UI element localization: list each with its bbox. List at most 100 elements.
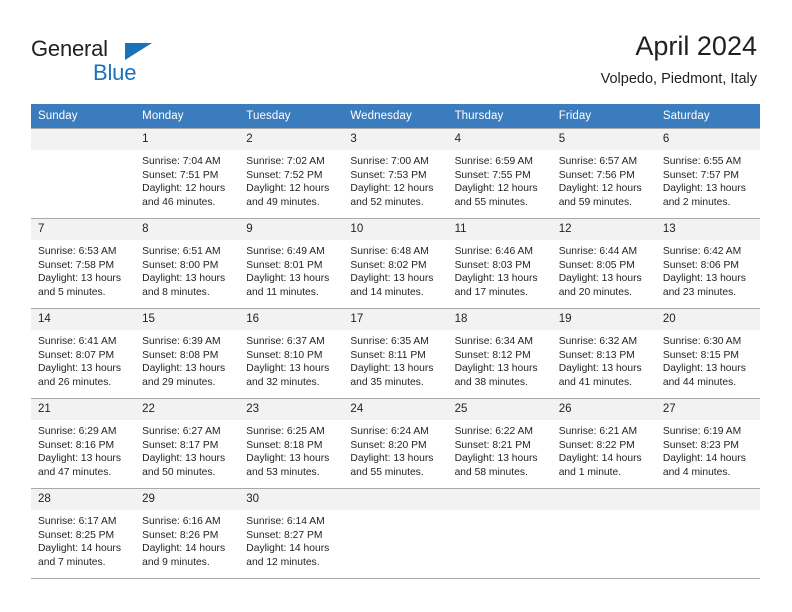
day-details: Sunrise: 7:04 AM Sunset: 7:51 PM Daylight:… [135, 150, 239, 210]
day-details: Sunrise: 6:55 AM Sunset: 7:57 PM Daylight:… [656, 150, 760, 210]
calendar-day-cell[interactable]: 17 Sunrise: 6:35 AM Sunset: 8:11 PM Dayligh… [343, 308, 448, 399]
daylight-text-line2: and 55 minutes. [350, 467, 424, 479]
calendar-day-cell[interactable]: 4 Sunrise: 6:59 AM Sunset: 7:55 PM Daylight… [447, 128, 552, 219]
sunrise-text: Sunrise: 6:57 AM [558, 156, 638, 167]
calendar-day-cell[interactable]: 25 Sunrise: 6:22 AM Sunset: 8:21 PM Dayligh… [447, 398, 552, 489]
sunset-text: Sunset: 8:27 PM [246, 529, 323, 541]
day-number: 20 [655, 309, 760, 330]
daylight-text-line1: Daylight: 14 hours [558, 453, 642, 465]
daylight-text-line2: and 12 minutes. [246, 557, 320, 569]
calendar-page: General Blue April 2024 Volpedo, Piedmon… [0, 0, 792, 612]
sunset-text: Sunset: 8:18 PM [246, 439, 323, 451]
calendar-day-cell[interactable]: 14 Sunrise: 6:41 AM Sunset: 8:07 PM Dayligh… [31, 308, 136, 399]
sunset-text: Sunset: 7:56 PM [558, 169, 635, 181]
calendar-day-cell[interactable]: 22 Sunrise: 6:27 AM Sunset: 8:17 PM Dayligh… [135, 398, 240, 489]
calendar-day-cell[interactable]: 28 Sunrise: 6:17 AM Sunset: 8:25 PM Dayligh… [31, 488, 136, 579]
calendar-day-cell[interactable]: 15 Sunrise: 6:39 AM Sunset: 8:08 PM Dayligh… [135, 308, 240, 399]
day-number: 17 [343, 309, 448, 330]
calendar-day-cell[interactable]: 23 Sunrise: 6:25 AM Sunset: 8:18 PM Dayligh… [239, 398, 344, 489]
calendar-day-cell[interactable]: 13 Sunrise: 6:42 AM Sunset: 8:06 PM Dayligh… [655, 218, 760, 309]
calendar-day-cell[interactable]: 9 Sunrise: 6:49 AM Sunset: 8:01 PM Daylight… [239, 218, 344, 309]
sunrise-text: Sunrise: 6:19 AM [662, 426, 742, 437]
day-number: 5 [551, 129, 656, 150]
daylight-text-line1: Daylight: 12 hours [558, 183, 642, 195]
sunrise-text: Sunrise: 6:22 AM [454, 426, 533, 437]
calendar-week-row: 14 Sunrise: 6:41 AM Sunset: 8:07 PM Dayligh… [31, 308, 760, 399]
day-number: 19 [551, 309, 656, 330]
sunrise-text: Sunrise: 6:59 AM [454, 156, 533, 167]
daylight-text-line1: Daylight: 13 hours [246, 363, 330, 375]
day-details: Sunrise: 6:21 AM Sunset: 8:22 PM Daylight:… [552, 420, 656, 480]
sunset-text: Sunset: 8:15 PM [662, 349, 739, 361]
sunset-text: Sunset: 8:13 PM [558, 349, 635, 361]
daylight-text-line2: and 23 minutes. [662, 287, 737, 299]
sunrise-text: Sunrise: 6:55 AM [662, 156, 742, 167]
calendar-day-cell[interactable]: 12 Sunrise: 6:44 AM Sunset: 8:05 PM Dayligh… [551, 218, 656, 309]
logo-text-general: General [31, 36, 108, 61]
calendar-day-cell[interactable]: 6 Sunrise: 6:55 AM Sunset: 7:57 PM Daylight… [655, 128, 760, 219]
daylight-text-line2: and 5 minutes. [38, 287, 106, 299]
calendar-day-cell[interactable]: 18 Sunrise: 6:34 AM Sunset: 8:12 PM Dayligh… [447, 308, 552, 399]
calendar-day-cell[interactable]: 27 Sunrise: 6:19 AM Sunset: 8:23 PM Dayligh… [655, 398, 760, 489]
calendar-day-cell[interactable]: 3 Sunrise: 7:00 AM Sunset: 7:53 PM Daylight… [343, 128, 448, 219]
calendar-day-cell[interactable]: 7 Sunrise: 6:53 AM Sunset: 7:58 PM Daylight… [31, 218, 136, 309]
day-number: 15 [135, 309, 240, 330]
day-details: Sunrise: 6:35 AM Sunset: 8:11 PM Daylight:… [343, 330, 447, 390]
calendar-day-cell[interactable]: 29 Sunrise: 6:16 AM Sunset: 8:26 PM Dayligh… [135, 488, 240, 579]
day-details: Sunrise: 6:44 AM Sunset: 8:05 PM Daylight:… [552, 240, 656, 300]
day-number: 12 [551, 219, 656, 240]
day-number [551, 489, 656, 510]
generalblue-logo: General Blue [31, 36, 231, 88]
sunrise-text: Sunrise: 6:41 AM [38, 336, 117, 347]
calendar-day-cell-empty [447, 488, 552, 579]
daylight-text-line1: Daylight: 14 hours [38, 543, 121, 555]
calendar-day-cell[interactable]: 16 Sunrise: 6:37 AM Sunset: 8:10 PM Dayligh… [239, 308, 344, 399]
sunset-text: Sunset: 8:08 PM [142, 349, 219, 361]
sunrise-text: Sunrise: 6:44 AM [558, 246, 638, 257]
page-header: General Blue April 2024 Volpedo, Piedmon… [0, 0, 792, 100]
calendar-day-cell[interactable]: 20 Sunrise: 6:30 AM Sunset: 8:15 PM Dayligh… [655, 308, 760, 399]
calendar-day-cell[interactable]: 30 Sunrise: 6:14 AM Sunset: 8:27 PM Dayligh… [239, 488, 344, 579]
calendar-day-cell[interactable]: 5 Sunrise: 6:57 AM Sunset: 7:56 PM Daylight… [551, 128, 656, 219]
weekday-header-friday: Friday [551, 104, 656, 129]
calendar-day-cell[interactable]: 11 Sunrise: 6:46 AM Sunset: 8:03 PM Dayligh… [447, 218, 552, 309]
calendar-day-cell[interactable]: 21 Sunrise: 6:29 AM Sunset: 8:16 PM Dayligh… [31, 398, 136, 489]
daylight-text-line2: and 8 minutes. [142, 287, 210, 299]
daylight-text-line1: Daylight: 13 hours [142, 363, 226, 375]
daylight-text-line2: and 38 minutes. [454, 377, 528, 389]
sunset-text: Sunset: 8:11 PM [350, 349, 426, 361]
calendar-day-cell-empty [551, 488, 656, 579]
day-details: Sunrise: 6:16 AM Sunset: 8:26 PM Daylight:… [135, 510, 239, 570]
day-details: Sunrise: 6:34 AM Sunset: 8:12 PM Daylight:… [448, 330, 552, 390]
daylight-text-line2: and 32 minutes. [246, 377, 320, 389]
daylight-text-line2: and 35 minutes. [350, 377, 424, 389]
day-details: Sunrise: 6:51 AM Sunset: 8:00 PM Daylight:… [135, 240, 239, 300]
calendar-week-row: 28 Sunrise: 6:17 AM Sunset: 8:25 PM Dayligh… [31, 488, 760, 579]
day-number [31, 129, 136, 150]
daylight-text-line2: and 59 minutes. [558, 197, 632, 209]
daylight-text-line2: and 47 minutes. [38, 467, 112, 479]
calendar-day-cell[interactable]: 10 Sunrise: 6:48 AM Sunset: 8:02 PM Dayligh… [343, 218, 448, 309]
daylight-text-line2: and 58 minutes. [454, 467, 528, 479]
sunset-text: Sunset: 8:00 PM [142, 259, 219, 271]
calendar-day-cell[interactable]: 2 Sunrise: 7:02 AM Sunset: 7:52 PM Daylight… [239, 128, 344, 219]
calendar-day-cell[interactable]: 26 Sunrise: 6:21 AM Sunset: 8:22 PM Dayligh… [551, 398, 656, 489]
daylight-text-line1: Daylight: 13 hours [454, 363, 538, 375]
daylight-text-line1: Daylight: 13 hours [142, 273, 226, 285]
calendar-header-row: Sunday Monday Tuesday Wednesday Thursday… [31, 104, 760, 129]
calendar-day-cell[interactable]: 19 Sunrise: 6:32 AM Sunset: 8:13 PM Dayligh… [551, 308, 656, 399]
calendar-day-cell[interactable]: 24 Sunrise: 6:24 AM Sunset: 8:20 PM Dayligh… [343, 398, 448, 489]
daylight-text-line1: Daylight: 13 hours [558, 363, 642, 375]
day-number: 7 [31, 219, 136, 240]
daylight-text-line2: and 14 minutes. [350, 287, 424, 299]
sunset-text: Sunset: 8:16 PM [38, 439, 115, 451]
calendar-day-cell[interactable]: 8 Sunrise: 6:51 AM Sunset: 8:00 PM Daylight… [135, 218, 240, 309]
sunset-text: Sunset: 8:20 PM [350, 439, 427, 451]
day-number: 26 [551, 399, 656, 420]
daylight-text-line1: Daylight: 13 hours [662, 363, 746, 375]
page-subtitle: Volpedo, Piedmont, Italy [600, 71, 757, 87]
day-details: Sunrise: 6:30 AM Sunset: 8:15 PM Daylight:… [656, 330, 760, 390]
day-number: 25 [447, 399, 552, 420]
calendar-day-cell-empty [655, 488, 760, 579]
calendar-day-cell[interactable]: 1 Sunrise: 7:04 AM Sunset: 7:51 PM Daylight… [135, 128, 240, 219]
